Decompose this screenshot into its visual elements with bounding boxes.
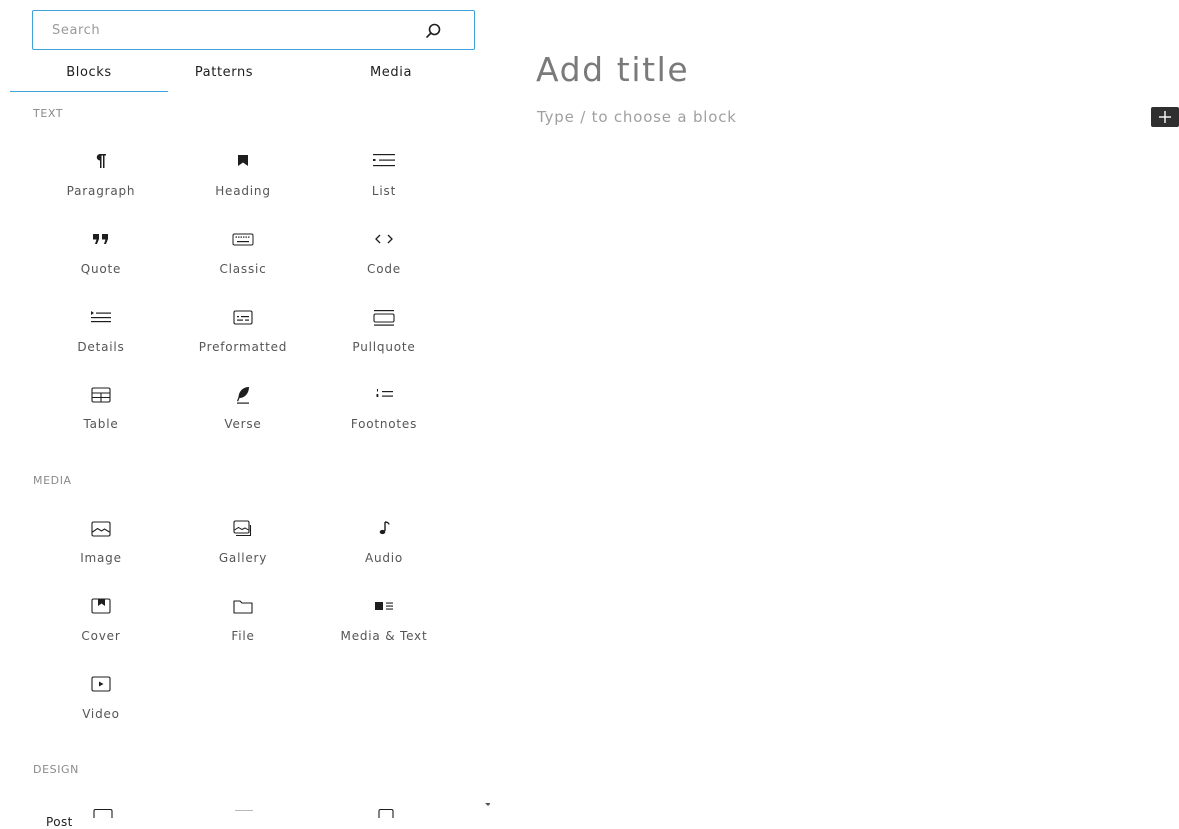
list-icon bbox=[373, 154, 395, 167]
tab-media[interactable]: Media bbox=[335, 60, 447, 92]
add-block-button[interactable] bbox=[1151, 107, 1179, 127]
inserter-tabs: Blocks Patterns Media bbox=[10, 60, 475, 92]
block-gallery[interactable]: Gallery bbox=[178, 518, 308, 584]
caret-down-icon[interactable] bbox=[484, 802, 490, 808]
block-footnotes[interactable]: Footnotes bbox=[319, 384, 449, 450]
block-label: Classic bbox=[219, 262, 267, 276]
preformatted-icon bbox=[233, 310, 253, 325]
block-cover[interactable]: Cover bbox=[36, 596, 166, 662]
post-title-field[interactable]: Add title bbox=[536, 50, 689, 89]
block-label: Pullquote bbox=[352, 340, 416, 354]
block-label: Audio bbox=[364, 551, 404, 565]
block-image[interactable]: Image bbox=[36, 518, 166, 584]
block-quote[interactable]: Quote bbox=[36, 229, 166, 295]
block-audio[interactable]: Audio bbox=[319, 518, 449, 584]
block-list[interactable]: List bbox=[319, 151, 449, 217]
block-paragraph[interactable]: Paragraph bbox=[36, 151, 166, 217]
table-icon bbox=[91, 387, 111, 403]
tab-label: Blocks bbox=[66, 65, 112, 80]
block-verse[interactable]: Verse bbox=[178, 384, 308, 450]
classic-keyboard-icon bbox=[232, 233, 254, 246]
block-file[interactable]: File bbox=[178, 596, 308, 662]
video-icon bbox=[91, 676, 111, 692]
block-label: Preformatted bbox=[198, 340, 288, 354]
plus-icon bbox=[1159, 111, 1171, 123]
block-label: Media & Text bbox=[340, 629, 428, 643]
search-input[interactable] bbox=[33, 12, 413, 48]
media-text-icon bbox=[375, 602, 393, 610]
category-heading-design: DESIGN bbox=[33, 763, 79, 776]
block-table[interactable]: Table bbox=[36, 384, 166, 450]
block-pullquote[interactable]: Pullquote bbox=[319, 307, 449, 373]
footnotes-icon bbox=[376, 389, 393, 397]
block-label: File bbox=[231, 629, 255, 643]
block-media-text[interactable]: Media & Text bbox=[319, 596, 449, 662]
block-preformatted[interactable]: Preformatted bbox=[178, 307, 308, 373]
cover-icon bbox=[91, 598, 111, 614]
block-details[interactable]: Details bbox=[36, 307, 166, 373]
block-classic[interactable]: Classic bbox=[178, 229, 308, 295]
code-icon bbox=[375, 234, 393, 244]
block-label: Video bbox=[82, 707, 120, 721]
image-icon bbox=[91, 521, 111, 537]
tab-label: Patterns bbox=[194, 65, 254, 80]
verse-feather-icon bbox=[237, 387, 249, 404]
post-label[interactable]: Post bbox=[46, 815, 73, 829]
block-label: Footnotes bbox=[350, 417, 418, 431]
block-label: Heading bbox=[215, 184, 271, 198]
design-block-icon bbox=[378, 808, 394, 818]
block-inserter-panel: Blocks Patterns Media TEXT Paragraph Hea… bbox=[0, 0, 490, 829]
file-folder-icon bbox=[233, 600, 253, 614]
block-label: Details bbox=[77, 340, 125, 354]
pullquote-icon bbox=[373, 310, 395, 326]
block-label: Table bbox=[83, 417, 119, 431]
audio-note-icon bbox=[379, 521, 390, 535]
category-heading-media: MEDIA bbox=[33, 474, 72, 487]
tab-blocks[interactable]: Blocks bbox=[10, 60, 168, 92]
quote-icon bbox=[93, 234, 108, 244]
block-label: List bbox=[371, 184, 397, 198]
search-box[interactable] bbox=[32, 10, 475, 50]
search-icon[interactable] bbox=[423, 21, 443, 41]
gallery-icon bbox=[233, 520, 252, 537]
block-label: Cover bbox=[81, 629, 121, 643]
category-heading-text: TEXT bbox=[33, 107, 64, 120]
block-label: Quote bbox=[80, 262, 122, 276]
block-label: Code bbox=[367, 262, 401, 276]
block-label: Gallery bbox=[218, 551, 268, 565]
design-block-icon bbox=[93, 808, 113, 818]
default-block-appender[interactable]: Type / to choose a block bbox=[537, 108, 737, 126]
tab-patterns[interactable]: Patterns bbox=[168, 60, 280, 92]
block-label: Verse bbox=[224, 417, 262, 431]
block-label: Paragraph bbox=[66, 184, 136, 198]
block-heading[interactable]: Heading bbox=[178, 151, 308, 217]
block-video[interactable]: Video bbox=[36, 674, 166, 740]
block-code[interactable]: Code bbox=[319, 229, 449, 295]
heading-icon bbox=[238, 155, 248, 166]
details-icon bbox=[91, 311, 111, 323]
block-label: Image bbox=[80, 551, 122, 565]
tab-label: Media bbox=[369, 65, 413, 80]
design-block-icon bbox=[235, 810, 253, 811]
paragraph-icon bbox=[96, 154, 106, 168]
